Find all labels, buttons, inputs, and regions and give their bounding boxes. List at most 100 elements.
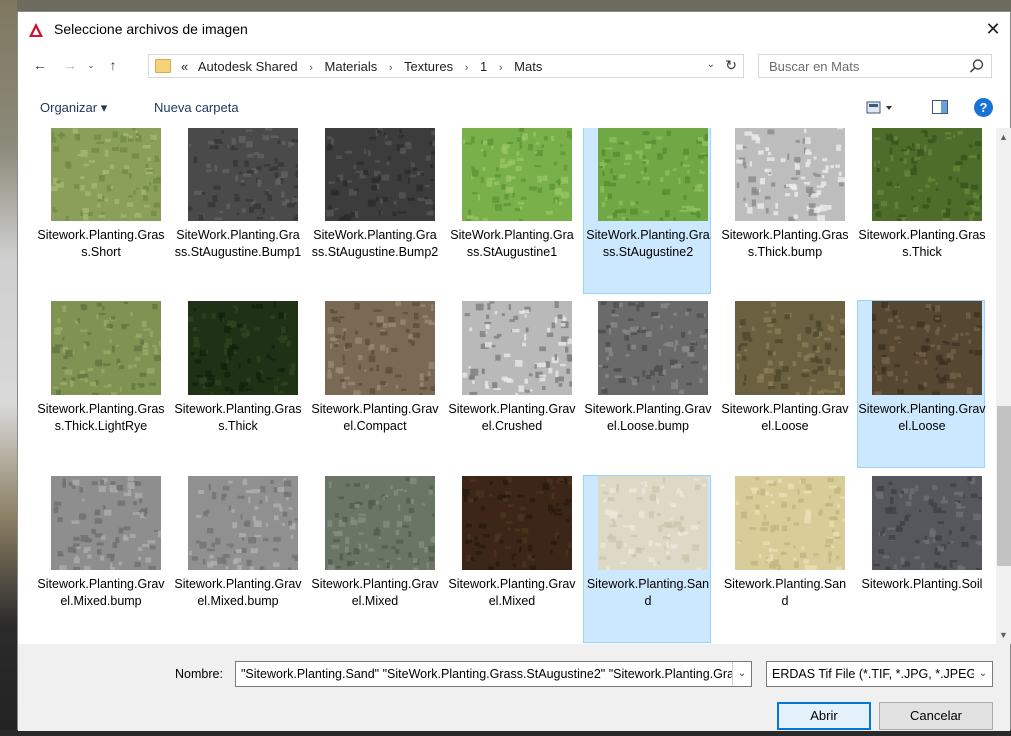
breadcrumb-item[interactable]: Autodesk Shared bbox=[198, 59, 298, 74]
breadcrumb-item[interactable]: Textures bbox=[404, 59, 453, 74]
file-open-dialog: Seleccione archivos de imagen ✕ ← → ⌄ ↑ … bbox=[17, 11, 1011, 731]
window-title: Seleccione archivos de imagen bbox=[54, 21, 248, 37]
vertical-scrollbar[interactable]: ▲ ▼ bbox=[996, 128, 1011, 644]
file-name: Sitework.Planting.Grass.Thick bbox=[174, 402, 302, 433]
address-dropdown-icon[interactable]: ⌄ bbox=[707, 59, 715, 70]
texture-thumbnail bbox=[872, 128, 982, 221]
texture-thumbnail bbox=[872, 301, 982, 395]
file-name: Sitework.Planting.Gravel.Mixed bbox=[311, 577, 439, 608]
filetype-select[interactable]: ERDAS Tif File (*.TIF, *.JPG, *.JPEG) ⌄ bbox=[766, 661, 993, 687]
file-item[interactable]: Sitework.Planting.Gravel.Mixed.bump bbox=[173, 475, 302, 643]
file-item[interactable]: Sitework.Planting.Gravel.Mixed bbox=[447, 475, 576, 643]
new-folder-button[interactable]: Nueva carpeta bbox=[154, 100, 239, 115]
file-item[interactable]: Sitework.Planting.Gravel.Loose bbox=[857, 300, 986, 468]
filename-dropdown-icon[interactable]: ⌄ bbox=[732, 662, 751, 686]
texture-thumbnail bbox=[872, 476, 982, 570]
command-bar: Organizar ▾ Nueva carpeta ? bbox=[18, 92, 1010, 124]
chevron-right-icon[interactable]: › bbox=[309, 62, 313, 74]
help-button[interactable]: ? bbox=[974, 98, 993, 117]
file-name: Sitework.Planting.Grass.Thick bbox=[858, 228, 986, 259]
texture-thumbnail bbox=[51, 301, 161, 395]
file-item[interactable]: Sitework.Planting.Gravel.Crushed bbox=[447, 300, 576, 468]
file-list[interactable]: Sitework.Planting.Grass.Short SiteWork.Pl… bbox=[18, 128, 996, 644]
texture-thumbnail bbox=[598, 128, 708, 221]
file-name: Sitework.Planting.Gravel.Compact bbox=[311, 402, 439, 433]
file-name: Sitework.Planting.Sand bbox=[586, 577, 710, 608]
file-item[interactable]: Sitework.Planting.Gravel.Mixed bbox=[310, 475, 439, 643]
texture-thumbnail bbox=[598, 301, 708, 395]
file-name: Sitework.Planting.Gravel.Loose bbox=[721, 402, 849, 433]
background-window-strip bbox=[0, 0, 17, 736]
texture-thumbnail bbox=[188, 301, 298, 395]
file-item[interactable]: Sitework.Planting.Grass.Thick bbox=[173, 300, 302, 468]
chevron-right-icon[interactable]: › bbox=[389, 62, 393, 74]
file-item[interactable]: Sitework.Planting.Gravel.Loose bbox=[720, 300, 849, 468]
file-item[interactable]: Sitework.Planting.Sand bbox=[720, 475, 848, 643]
file-name: Sitework.Planting.Gravel.Loose.bump bbox=[584, 402, 712, 433]
texture-thumbnail bbox=[325, 476, 435, 570]
refresh-icon[interactable]: ↻ bbox=[725, 57, 737, 74]
filetype-value: ERDAS Tif File (*.TIF, *.JPG, *.JPEG) bbox=[772, 667, 981, 681]
file-item[interactable]: SiteWork.Planting.Grass.StAugustine2 bbox=[583, 128, 711, 294]
texture-thumbnail bbox=[735, 476, 845, 570]
file-item[interactable]: Sitework.Planting.Grass.Thick bbox=[857, 128, 986, 294]
file-name: Sitework.Planting.Gravel.Loose bbox=[858, 402, 986, 433]
chevron-right-icon[interactable]: › bbox=[465, 62, 469, 74]
search-input[interactable]: Buscar en Mats bbox=[758, 54, 992, 78]
file-item[interactable]: SiteWork.Planting.Grass.StAugustine.Bump… bbox=[173, 128, 301, 294]
arrow-right-icon: → bbox=[63, 57, 77, 73]
filetype-dropdown-icon[interactable]: ⌄ bbox=[974, 662, 992, 686]
file-item[interactable]: SiteWork.Planting.Grass.StAugustine1 bbox=[447, 128, 575, 294]
open-button[interactable]: Abrir bbox=[777, 702, 871, 730]
scroll-up-icon[interactable]: ▲ bbox=[999, 132, 1008, 142]
filename-value[interactable]: "Sitework.Planting.Sand" "SiteWork.Plant… bbox=[241, 667, 751, 681]
filename-label: Nombre: bbox=[175, 667, 223, 681]
file-item[interactable]: SiteWork.Planting.Grass.StAugustine.Bump… bbox=[310, 128, 438, 294]
texture-thumbnail bbox=[598, 476, 708, 570]
address-bar[interactable]: « Autodesk Shared › Materials › Textures… bbox=[148, 54, 744, 78]
texture-thumbnail bbox=[325, 301, 435, 395]
dialog-footer: Nombre: "Sitework.Planting.Sand" "SiteWo… bbox=[18, 644, 1010, 731]
file-item[interactable]: Sitework.Planting.Gravel.Loose.bump bbox=[583, 300, 712, 468]
file-name: SiteWork.Planting.Grass.StAugustine2 bbox=[586, 228, 710, 259]
file-item[interactable]: Sitework.Planting.Grass.Short bbox=[36, 128, 165, 294]
breadcrumb-item[interactable]: 1 bbox=[480, 59, 487, 74]
file-name: Sitework.Planting.Gravel.Crushed bbox=[448, 402, 576, 433]
organize-menu-button[interactable]: Organizar ▾ bbox=[40, 100, 107, 116]
recent-locations-button[interactable]: ⌄ bbox=[82, 56, 100, 74]
back-button[interactable]: ← bbox=[31, 56, 49, 74]
texture-thumbnail bbox=[325, 128, 435, 221]
file-item[interactable]: Sitework.Planting.Soil bbox=[857, 475, 985, 643]
texture-thumbnail bbox=[735, 301, 845, 395]
texture-thumbnail bbox=[462, 128, 572, 221]
file-item[interactable]: Sitework.Planting.Gravel.Mixed.bump bbox=[36, 475, 165, 643]
breadcrumb-item[interactable]: Mats bbox=[514, 59, 542, 74]
help-icon: ? bbox=[979, 100, 988, 115]
forward-button[interactable]: → bbox=[61, 56, 79, 74]
file-name: Sitework.Planting.Gravel.Mixed.bump bbox=[37, 577, 165, 608]
breadcrumb-overflow[interactable]: « bbox=[181, 59, 188, 74]
close-button[interactable]: ✕ bbox=[982, 18, 1004, 40]
file-name: Sitework.Planting.Gravel.Mixed.bump bbox=[174, 577, 302, 608]
folder-icon bbox=[155, 59, 171, 73]
up-button[interactable]: ↑ bbox=[104, 56, 122, 74]
texture-thumbnail bbox=[462, 476, 572, 570]
breadcrumb-item[interactable]: Materials bbox=[325, 59, 378, 74]
cancel-button[interactable]: Cancelar bbox=[879, 702, 993, 730]
file-name: SiteWork.Planting.Grass.StAugustine1 bbox=[450, 228, 574, 259]
texture-thumbnail bbox=[735, 128, 845, 221]
change-view-icon[interactable] bbox=[866, 100, 896, 116]
file-item[interactable]: Sitework.Planting.Grass.Thick.bump bbox=[720, 128, 849, 294]
texture-thumbnail bbox=[51, 476, 161, 570]
file-name: Sitework.Planting.Grass.Short bbox=[37, 228, 165, 259]
filename-input[interactable]: "Sitework.Planting.Sand" "SiteWork.Plant… bbox=[235, 661, 752, 687]
chevron-right-icon[interactable]: › bbox=[499, 62, 503, 74]
scroll-down-icon[interactable]: ▼ bbox=[999, 630, 1008, 640]
file-item[interactable]: Sitework.Planting.Grass.Thick.LightRye bbox=[36, 300, 165, 468]
file-item[interactable]: Sitework.Planting.Gravel.Compact bbox=[310, 300, 439, 468]
scroll-thumb[interactable] bbox=[997, 406, 1011, 566]
preview-pane-icon[interactable] bbox=[932, 100, 948, 114]
file-item[interactable]: Sitework.Planting.Sand bbox=[583, 475, 711, 643]
arrow-left-icon: ← bbox=[33, 57, 47, 73]
arrow-up-icon: ↑ bbox=[109, 57, 117, 73]
